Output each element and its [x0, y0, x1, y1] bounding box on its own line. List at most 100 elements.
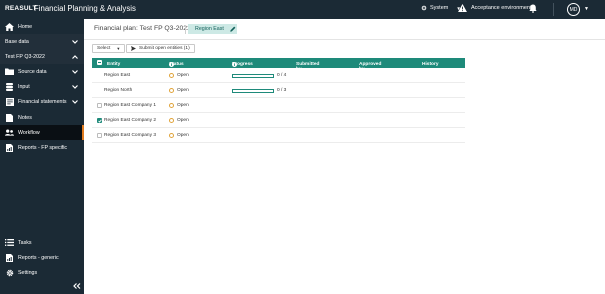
table-row[interactable]: Region East Company 3 Open [92, 128, 465, 143]
bell-icon[interactable] [529, 4, 537, 13]
table-header: Entity Status Progress Submitted by Appr… [92, 58, 465, 72]
status-open-icon [169, 103, 174, 108]
brand-logo[interactable]: REASULT [5, 5, 37, 12]
sidebar-item-label: Notes [18, 114, 32, 121]
row-checkbox[interactable] [97, 103, 102, 108]
entity-name[interactable]: Region East Company 2 [104, 118, 156, 123]
sidebar-item-tasks[interactable]: Tasks [0, 235, 84, 250]
divider [185, 25, 186, 34]
home-icon [5, 22, 14, 31]
status-open-icon [169, 118, 174, 123]
entity-name[interactable]: Region East Company 1 [104, 103, 156, 108]
status-label: Open [177, 133, 189, 138]
status-cell: Open [169, 118, 189, 123]
status-label: Open [177, 103, 189, 108]
top-bar: REASULT Financial Planning & Analysis Sy… [0, 0, 605, 19]
sidebar-item-label: Settings [18, 269, 38, 276]
sidebar-item-reports-fp[interactable]: Reports - FP specific [0, 140, 84, 155]
chevron-down-icon[interactable]: ▼ [584, 6, 589, 12]
chevron-down-icon: ▼ [116, 46, 121, 51]
page-header: Financial plan: Test FP Q3-2022 Region E… [84, 19, 605, 40]
sidebar-item-reports-generic[interactable]: Reports - generic [0, 250, 84, 265]
table-row[interactable]: Region East Company 2 Open [92, 113, 465, 128]
app-title: Financial Planning & Analysis [34, 4, 136, 13]
gear-icon [421, 5, 427, 11]
toolbar: Select ▼ Submit open entities (1) [84, 40, 605, 56]
chevron-down-icon [72, 39, 78, 44]
gear-icon [5, 268, 14, 277]
sidebar-item-home[interactable]: Home [0, 19, 84, 34]
status-open-icon [169, 88, 174, 93]
select-dropdown[interactable]: Select ▼ [92, 44, 126, 53]
sidebar-item-label: Base data [5, 38, 29, 45]
sidebar-item-base-data[interactable]: Base data [0, 34, 84, 49]
sidebar-item-label: Input [18, 83, 30, 90]
row-checkbox[interactable] [97, 133, 102, 138]
status-label: Open [177, 73, 189, 78]
table-body: Region East Open 0 / 4 Region North Open 0 / … [92, 68, 465, 143]
send-icon [131, 46, 136, 51]
pencil-icon[interactable] [230, 26, 236, 32]
workflow-icon [5, 128, 14, 137]
info-icon[interactable] [169, 62, 174, 67]
submit-label: Submit open entities (1) [139, 46, 190, 51]
environment-indicator: Acceptance environment [458, 4, 532, 12]
submit-open-entities-button[interactable]: Submit open entities (1) [126, 44, 195, 53]
entity-name[interactable]: Region East [104, 73, 130, 78]
database-icon [5, 82, 14, 91]
chevron-down-icon [72, 84, 78, 89]
sidebar-item-workflow[interactable]: Workflow [0, 125, 84, 140]
chevron-down-icon [72, 99, 78, 104]
sidebar-item-label: Source data [18, 68, 47, 75]
status-open-icon [169, 133, 174, 138]
environment-label: Acceptance environment [471, 5, 532, 11]
table-row[interactable]: Region East Open 0 / 4 [92, 68, 465, 83]
sidebar-item-settings[interactable]: Settings [0, 265, 84, 280]
progress-bar [232, 89, 274, 93]
sidebar: Home Base data Test FP Q3-2022 Source da… [0, 19, 84, 294]
sidebar-item-label: Tasks [18, 239, 32, 246]
sidebar-item-label: Home [18, 23, 33, 30]
statements-icon [5, 97, 14, 106]
system-label: System [430, 5, 449, 11]
status-cell: Open [169, 73, 189, 78]
sidebar-item-financial-statements[interactable]: Financial statements [0, 94, 84, 109]
status-cell: Open [169, 103, 189, 108]
table-row[interactable]: Region North Open 0 / 3 [92, 83, 465, 98]
sidebar-item-label: Reports - generic [18, 254, 59, 261]
report-icon [5, 253, 14, 262]
avatar[interactable]: MD [567, 3, 580, 16]
collapse-sidebar-icon[interactable] [73, 283, 81, 289]
system-menu[interactable]: System ▼ [421, 5, 461, 11]
sidebar-item-source-data[interactable]: Source data [0, 64, 84, 79]
select-all-checkbox[interactable] [97, 60, 102, 65]
status-label: Open [177, 118, 189, 123]
info-icon[interactable] [232, 62, 237, 67]
status-label: Open [177, 88, 189, 93]
folder-icon [5, 67, 14, 76]
divider [553, 3, 554, 16]
warning-icon [458, 4, 467, 12]
page-title: Financial plan: Test FP Q3-2022 [94, 25, 191, 32]
progress-text: 0 / 3 [277, 88, 287, 93]
report-icon [5, 143, 14, 152]
table-row[interactable]: Region East Company 1 Open [92, 98, 465, 113]
region-chip[interactable]: Region East [188, 24, 237, 34]
chevron-up-icon [72, 54, 78, 59]
sidebar-item-notes[interactable]: Notes [0, 110, 84, 125]
status-open-icon [169, 73, 174, 78]
region-chip-label: Region East [195, 26, 224, 32]
progress-bar [232, 74, 274, 78]
row-checkbox[interactable] [97, 118, 102, 123]
tasks-icon [5, 238, 14, 247]
entity-name[interactable]: Region East Company 3 [104, 133, 156, 138]
workflow-table: Entity Status Progress Submitted by Appr… [92, 58, 465, 143]
progress-text: 0 / 4 [277, 73, 287, 78]
sidebar-item-input[interactable]: Input [0, 79, 84, 94]
entity-name[interactable]: Region North [104, 88, 132, 93]
status-cell: Open [169, 88, 189, 93]
chevron-down-icon [72, 69, 78, 74]
sidebar-item-label: Workflow [18, 129, 40, 136]
sidebar-item-test-fp[interactable]: Test FP Q3-2022 [0, 49, 84, 64]
sidebar-item-label: Financial statements [18, 98, 67, 105]
